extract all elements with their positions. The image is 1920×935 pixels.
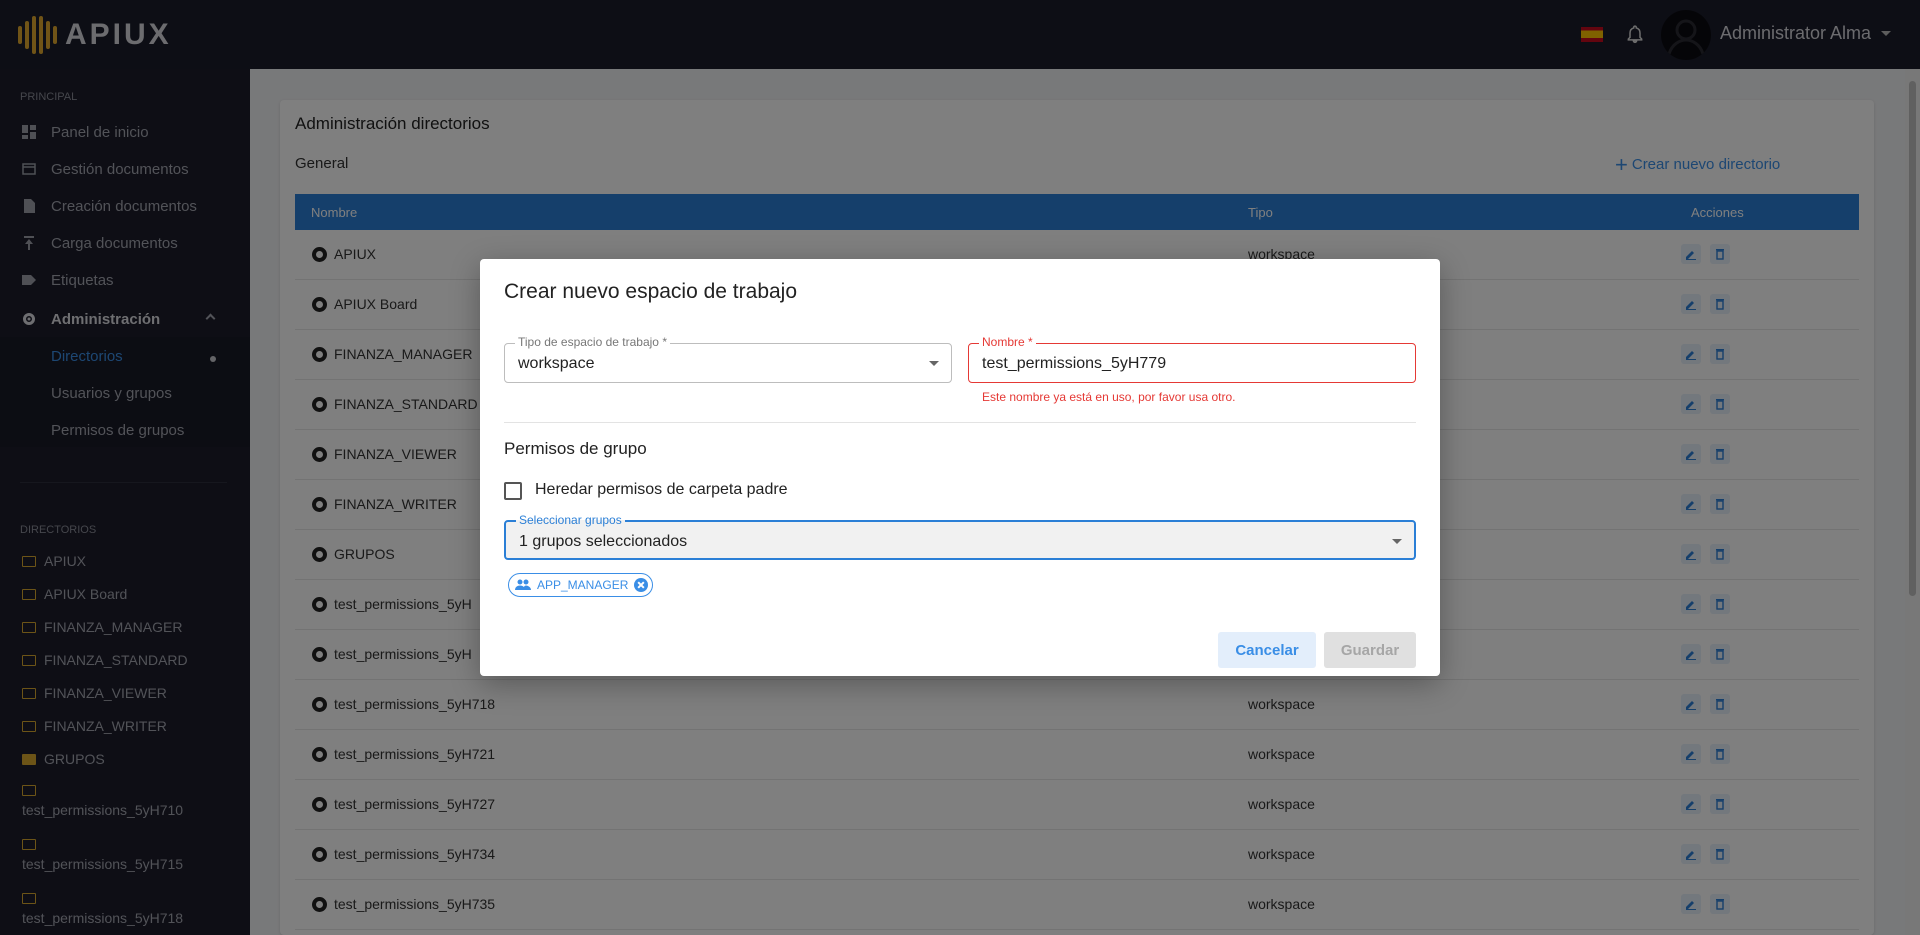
field-label: Seleccionar grupos	[516, 513, 625, 527]
workspace-name-field[interactable]: Nombre * test_permissions_5yH779	[968, 335, 1416, 383]
field-label: Nombre *	[979, 335, 1036, 349]
group-chip: APP_MANAGER	[508, 573, 654, 597]
dialog-divider	[504, 422, 1416, 423]
groups-select[interactable]: Seleccionar grupos 1 grupos seleccionado…	[504, 513, 1416, 560]
cancel-button[interactable]: Cancelar	[1218, 632, 1316, 668]
field-value: test_permissions_5yH779	[982, 355, 1167, 372]
group-icon	[515, 579, 531, 590]
inherit-permissions-checkbox[interactable]	[504, 482, 522, 500]
dialog-title: Crear nuevo espacio de trabajo	[504, 280, 798, 303]
save-button[interactable]: Guardar	[1324, 632, 1416, 668]
chip-label: APP_MANAGER	[537, 578, 629, 592]
create-workspace-dialog: Crear nuevo espacio de trabajo Tipo de e…	[480, 259, 1440, 676]
workspace-type-select[interactable]: Tipo de espacio de trabajo * workspace	[504, 335, 952, 383]
inherit-permissions-label[interactable]: Heredar permisos de carpeta padre	[535, 481, 788, 499]
field-label: Tipo de espacio de trabajo *	[515, 335, 670, 349]
field-value: workspace	[518, 355, 595, 372]
chip-remove-icon[interactable]	[634, 578, 649, 592]
field-value: 1 grupos seleccionados	[519, 533, 688, 550]
name-error-message: Este nombre ya está en uso, por favor us…	[982, 390, 1236, 404]
group-permissions-title: Permisos de grupo	[504, 439, 647, 458]
dropdown-arrow-icon	[929, 361, 939, 366]
dropdown-arrow-icon	[1392, 539, 1402, 544]
